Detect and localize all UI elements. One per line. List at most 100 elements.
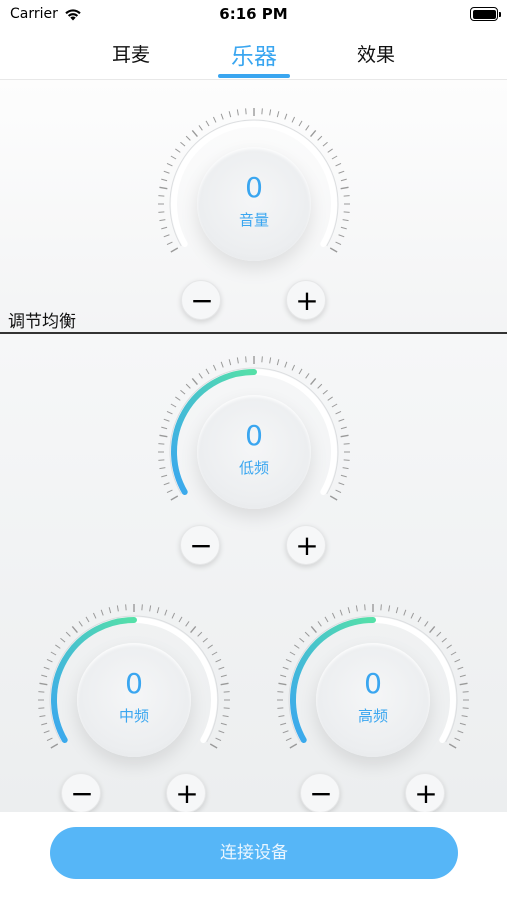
dial-tick — [457, 730, 464, 734]
dial-tick — [65, 631, 71, 637]
dial-tick — [197, 631, 203, 637]
volume-value: 0 — [245, 171, 263, 204]
dial-tick — [329, 495, 338, 501]
middle-decrease-button[interactable]: − — [61, 773, 101, 813]
dial-tick — [159, 434, 168, 438]
dial-tick — [304, 631, 310, 637]
dial-tick — [342, 219, 349, 222]
tab-headset[interactable]: 耳麦 — [91, 40, 171, 67]
dial-tick — [395, 607, 399, 614]
dial-tick — [161, 178, 168, 182]
dial-tick — [454, 658, 461, 663]
dial-tick — [43, 730, 50, 734]
dial-tick — [276, 111, 280, 118]
dial-tick — [276, 359, 280, 366]
dial-tick — [223, 691, 230, 693]
dial-tick — [338, 170, 345, 174]
middle-value: 0 — [125, 667, 143, 700]
bass-label: 低频 — [238, 459, 269, 477]
dial-tick — [340, 186, 349, 190]
dial-tick — [340, 178, 347, 182]
dial-tick — [175, 396, 181, 401]
bass-increase-button[interactable]: + — [286, 525, 326, 565]
dial-tick — [205, 368, 210, 375]
plus-icon: + — [295, 284, 319, 317]
connect-device-button[interactable]: 连接设备 — [50, 827, 458, 879]
dial-tick — [159, 186, 168, 190]
treble-knob[interactable]: 0 高频 — [273, 600, 473, 800]
plus-icon: + — [414, 777, 438, 810]
dial-tick — [462, 691, 469, 693]
dial-tick — [163, 170, 170, 174]
treble-knob-face[interactable]: 0 高频 — [316, 643, 430, 757]
volume-increase-button[interactable]: + — [286, 280, 326, 320]
dial-tick — [43, 666, 50, 670]
dial-tick — [327, 148, 333, 153]
dial-tick — [215, 658, 222, 663]
treble-increase-button[interactable]: + — [405, 773, 445, 813]
dial-tick — [170, 403, 177, 408]
bass-knob-face[interactable]: 0 低频 — [197, 395, 311, 509]
dial-tick — [355, 605, 358, 612]
dial-tick — [170, 247, 179, 253]
dial-tick — [158, 443, 165, 445]
dial-tick — [285, 737, 292, 742]
dial-tick — [317, 383, 323, 389]
dial-tick — [343, 443, 350, 445]
volume-label: 音量 — [238, 211, 269, 229]
volume-knob[interactable]: 0 音量 — [154, 104, 354, 304]
dial-tick — [340, 226, 347, 230]
dial-tick — [459, 682, 468, 686]
dial-tick — [218, 666, 225, 670]
dial-tick — [116, 605, 119, 612]
bass-knob[interactable]: 0 低频 — [154, 352, 354, 552]
dial-tick — [322, 389, 328, 395]
dial-tick — [317, 135, 323, 141]
dial-tick — [343, 211, 350, 213]
dial-tick — [335, 162, 342, 167]
dial-tick — [461, 715, 468, 718]
dial-tick — [170, 155, 177, 160]
dial-tick — [343, 195, 350, 197]
dial-tick — [158, 459, 165, 461]
dial-tick — [78, 621, 83, 627]
dial-tick — [180, 389, 186, 395]
dial-tick — [158, 211, 165, 213]
middle-knob[interactable]: 0 中频 — [34, 600, 234, 800]
dial-tick — [245, 356, 247, 363]
tab-instrument[interactable]: 乐器 — [214, 37, 294, 71]
dial-tick — [191, 130, 198, 138]
dial-tick — [55, 644, 61, 649]
middle-knob-face[interactable]: 0 中频 — [77, 643, 191, 757]
dial-tick — [38, 707, 45, 709]
dial-tick — [163, 418, 170, 422]
volume-knob-face[interactable]: 0 音量 — [197, 147, 311, 261]
dial-tick — [277, 707, 284, 709]
dial-tick — [331, 612, 336, 619]
dial-tick — [159, 219, 166, 222]
dial-tick — [38, 691, 45, 693]
tab-effects[interactable]: 效果 — [336, 40, 416, 67]
dial-tick — [459, 722, 466, 726]
treble-decrease-button[interactable]: − — [300, 773, 340, 813]
dial-tick — [436, 631, 442, 637]
minus-icon: − — [309, 777, 333, 810]
dial-tick — [212, 364, 217, 371]
dial-tick — [298, 368, 303, 375]
dial-tick — [269, 357, 272, 364]
dial-tick — [278, 715, 285, 718]
dial-tick — [71, 626, 78, 634]
dial-tick — [141, 604, 143, 611]
dial-tick — [202, 637, 208, 643]
dial-tick — [448, 743, 457, 749]
dial-tick — [329, 247, 338, 253]
volume-decrease-button[interactable]: − — [181, 280, 221, 320]
middle-increase-button[interactable]: + — [166, 773, 206, 813]
dial-tick — [191, 378, 198, 386]
dial-tick — [280, 722, 287, 726]
dial-tick — [222, 715, 229, 718]
dial-tick — [450, 651, 457, 656]
bass-decrease-button[interactable]: − — [180, 525, 220, 565]
dial-tick — [327, 396, 333, 401]
dial-tick — [294, 644, 300, 649]
